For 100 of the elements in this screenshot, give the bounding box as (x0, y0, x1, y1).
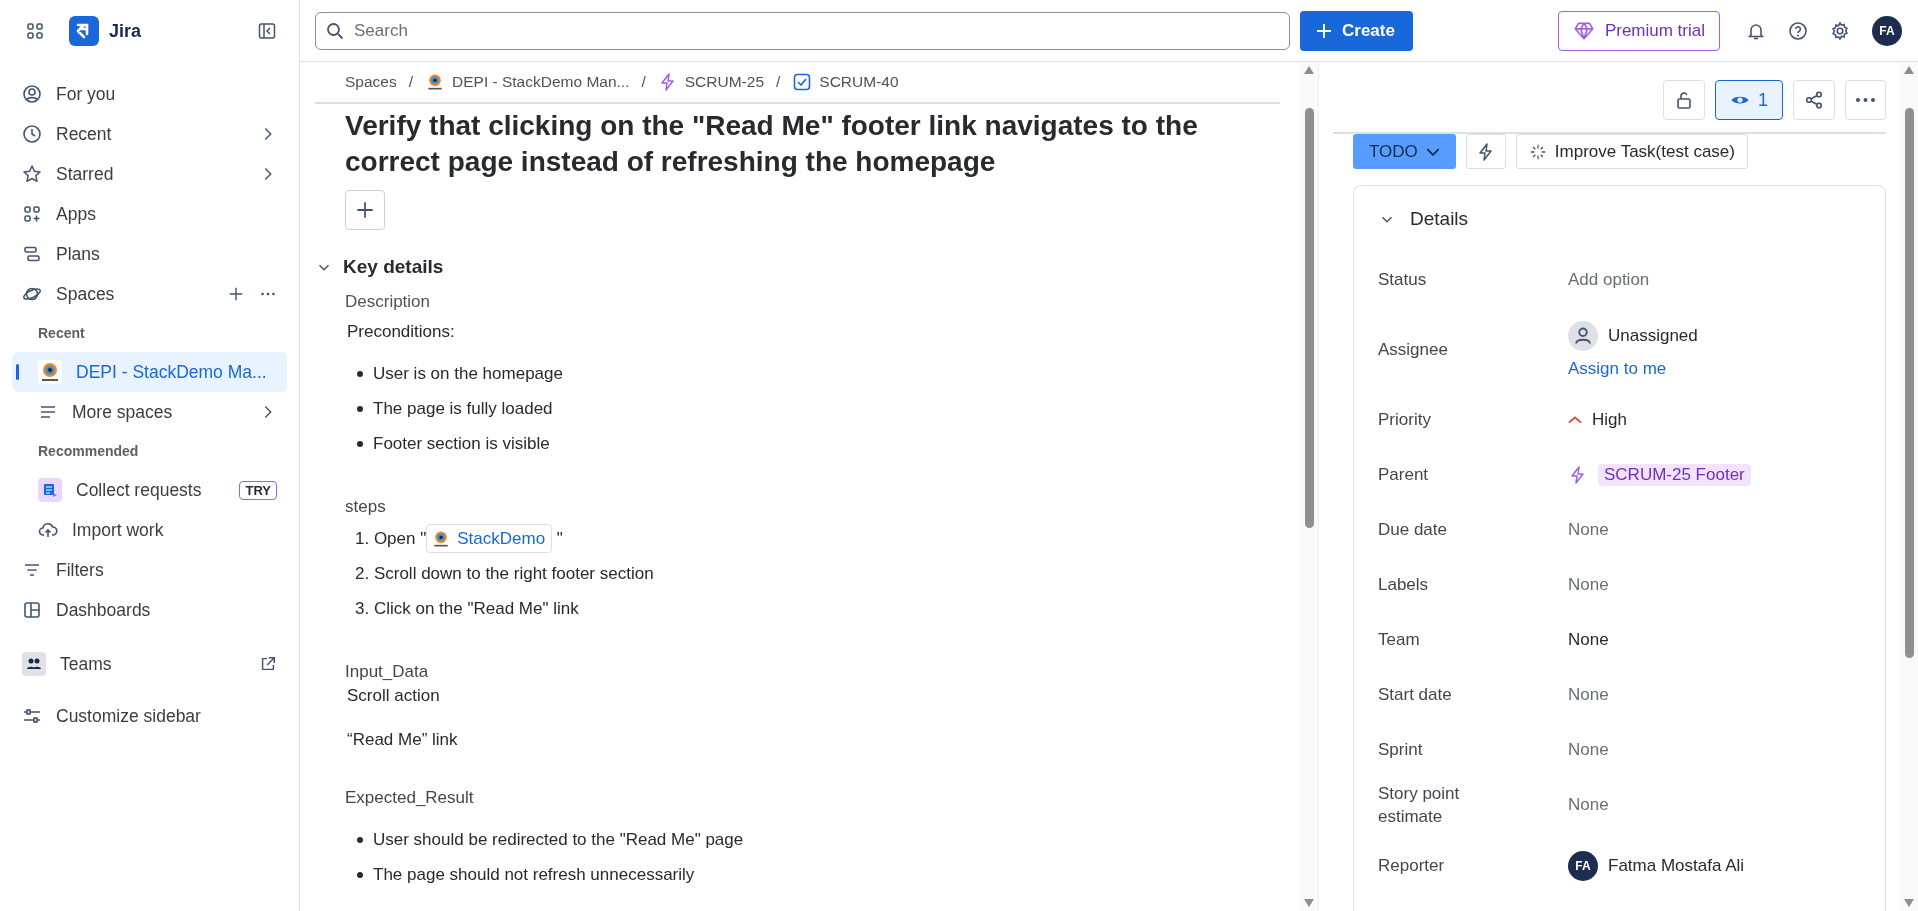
step-text: 2. Scroll down to the right footer section (354, 562, 655, 585)
field-value[interactable]: None (1568, 739, 1609, 760)
chevron-down-icon (1425, 147, 1440, 156)
sidebar-item[interactable]: Apps (12, 194, 287, 234)
description-text: “Read Me” link (347, 729, 459, 751)
sidebar-item[interactable]: Import work (12, 510, 287, 550)
field-value[interactable]: Fatma Mostafa Ali (1608, 855, 1745, 876)
breadcrumb-link[interactable]: Spaces (345, 73, 397, 91)
space-logo-icon (425, 72, 445, 92)
breadcrumb-separator: / (776, 73, 781, 91)
scroll-up-icon[interactable] (1304, 66, 1314, 74)
field-value[interactable]: None (1568, 574, 1609, 595)
search-icon (325, 20, 345, 41)
status-dropdown[interactable]: TODO (1353, 134, 1456, 169)
more-icon (1856, 98, 1875, 102)
diamond-icon (1572, 19, 1595, 42)
sidebar-item[interactable]: DEPI - StackDemo Ma... (12, 352, 287, 392)
sidebar-item[interactable]: Teams (12, 644, 287, 684)
help-icon[interactable] (1788, 20, 1808, 41)
automation-button[interactable] (1465, 134, 1506, 169)
field-value[interactable]: None (1568, 794, 1609, 815)
field-label: Story point estimate (1378, 782, 1461, 828)
issue-title[interactable]: Verify that clicking on the "Read Me" footer link navigates to the correct page instead of refreshing the homepage (345, 108, 1285, 180)
field-label: Due date (1378, 519, 1448, 541)
apps-icon (22, 204, 42, 224)
search-field[interactable]: Search (315, 11, 1290, 50)
section-heading: Key details (343, 256, 444, 278)
field-value[interactable]: High (1592, 409, 1627, 430)
sidebar-item[interactable]: Filters (12, 550, 287, 590)
add-button[interactable] (345, 190, 385, 230)
watch-button[interactable]: 1 (1715, 80, 1783, 120)
details-heading: Details (1410, 208, 1469, 230)
task-checkbox-icon (792, 72, 813, 92)
scroll-down-icon[interactable] (1304, 899, 1314, 907)
app-switcher-icon[interactable] (25, 21, 45, 41)
star-icon (22, 164, 42, 184)
person-icon (22, 84, 42, 104)
sliders-icon (22, 706, 42, 726)
scroll-down-icon[interactable] (1904, 899, 1914, 907)
premium-trial-button[interactable]: Premium trial (1557, 10, 1720, 51)
sidebar-item[interactable]: Plans (12, 234, 287, 274)
settings-icon[interactable] (1830, 20, 1850, 41)
field-value[interactable]: Unassigned (1608, 325, 1698, 346)
app-name: Jira (109, 20, 142, 42)
sidebar-item[interactable]: Dashboards (12, 590, 287, 630)
share-icon (1804, 90, 1824, 110)
sidebar-item[interactable]: For you (12, 74, 287, 114)
person-avatar-icon (1568, 320, 1598, 351)
step-text: 1. Open " StackDemo " (345, 521, 1300, 556)
external-link-icon (259, 655, 277, 673)
parent-tag[interactable]: SCRUM-25 Footer (1598, 463, 1751, 486)
field-value[interactable]: None (1568, 629, 1609, 650)
sidebar-item[interactable]: More spaces (12, 392, 287, 432)
sidebar-item[interactable]: Recent (12, 114, 287, 154)
field-value[interactable]: Add option (1568, 269, 1650, 290)
scrollbar-thumb[interactable] (1304, 108, 1314, 528)
scrollbar-thumb[interactable] (1904, 108, 1914, 658)
padlock-icon (1674, 90, 1694, 110)
improve-task-button[interactable]: Improve Task(test case) (1515, 134, 1748, 169)
breadcrumb-separator: / (408, 73, 413, 91)
breadcrumb-link[interactable]: DEPI - StackDemo Man... (452, 73, 630, 91)
field-value[interactable]: None (1568, 519, 1609, 540)
scrollbar[interactable] (1900, 62, 1918, 911)
more-button[interactable] (1845, 80, 1886, 120)
scroll-up-icon[interactable] (1904, 66, 1914, 74)
description-heading: Input_Data (345, 661, 430, 683)
space-logo-icon (38, 360, 62, 384)
bullet-icon (357, 405, 363, 412)
dashboard-icon (22, 600, 42, 620)
sidebar-item[interactable]: Customize sidebar (12, 696, 287, 736)
plus-icon (354, 199, 376, 221)
sidebar-heading: Recommended (37, 442, 140, 461)
breadcrumb-separator: / (641, 73, 646, 91)
field-value[interactable]: None (1568, 684, 1609, 705)
breadcrumb-link[interactable]: SCRUM-25 (684, 73, 764, 91)
bullet-icon (357, 871, 363, 878)
sidebar-item[interactable]: Spaces (12, 274, 287, 314)
sparkle-icon (1528, 142, 1547, 161)
lock-button[interactable] (1663, 80, 1705, 120)
user-avatar: FA (1568, 850, 1598, 881)
field-label: Start date (1378, 684, 1453, 706)
user-avatar[interactable]: FA (1872, 15, 1902, 46)
jira-logo-icon[interactable] (69, 16, 99, 46)
description-heading: steps (345, 496, 387, 518)
add-icon[interactable] (227, 285, 245, 303)
collapse-sidebar-icon[interactable] (257, 21, 277, 41)
bullet-icon (357, 370, 363, 377)
assign-to-me-link[interactable]: Assign to me (1568, 358, 1667, 379)
breadcrumb-link[interactable]: SCRUM-40 (819, 73, 899, 91)
try-badge: TRY (239, 480, 277, 500)
field-label: Description (345, 291, 432, 313)
share-button[interactable] (1793, 80, 1835, 120)
sidebar-item[interactable]: Collect requests TRY (12, 470, 287, 510)
smart-link[interactable]: StackDemo (426, 524, 553, 553)
scrollbar[interactable] (1300, 62, 1318, 911)
field-label: Assignee (1378, 339, 1449, 361)
sidebar-heading: Recent (37, 324, 86, 343)
sidebar-item[interactable]: Starred (12, 154, 287, 194)
create-button[interactable]: Create (1300, 10, 1413, 51)
list-item: The page should not refresh unnecessarily (373, 863, 695, 886)
